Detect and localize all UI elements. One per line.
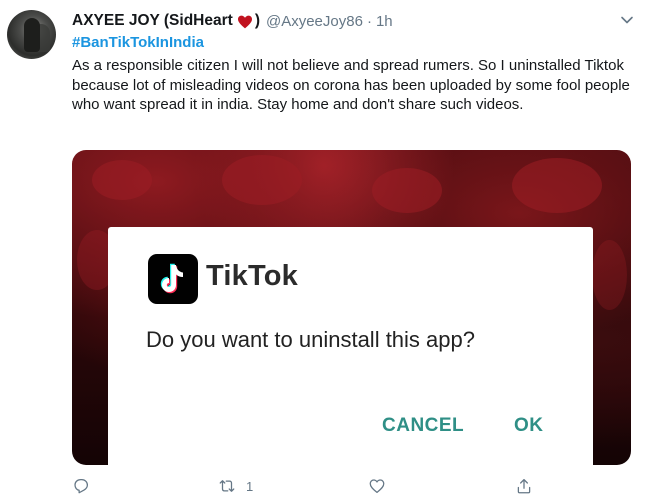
tweet-header: AXYEE JOY (SidHeart ) @AxyeeJoy86 · 1h — [72, 10, 393, 32]
like-button[interactable] — [368, 476, 386, 496]
uninstall-dialog: TikTok Do you want to uninstall this app… — [108, 227, 593, 465]
retweet-icon — [219, 480, 235, 492]
retweet-button[interactable]: 1 — [218, 476, 253, 496]
ok-button: OK — [514, 415, 544, 436]
tiktok-logo-icon — [148, 254, 198, 304]
chevron-down-icon[interactable] — [620, 13, 634, 27]
hashtag-link[interactable]: #BanTikTokInIndia — [72, 34, 204, 51]
media-image[interactable]: TikTok Do you want to uninstall this app… — [72, 150, 631, 465]
share-button[interactable] — [515, 476, 533, 496]
user-handle[interactable]: @AxyeeJoy86 — [266, 13, 363, 30]
reply-icon — [74, 478, 89, 494]
display-name[interactable]: AXYEE JOY (SidHeart — [72, 12, 233, 30]
reply-button[interactable] — [72, 476, 90, 496]
heart-icon — [369, 479, 385, 494]
app-name: TikTok — [206, 260, 298, 292]
red-heart-emoji-icon — [237, 15, 252, 29]
retweet-count: 1 — [246, 478, 254, 494]
timestamp[interactable]: 1h — [376, 13, 393, 30]
tweet-actions: 1 — [72, 476, 542, 496]
separator-dot: · — [366, 12, 372, 30]
avatar[interactable] — [7, 10, 56, 59]
tweet: AXYEE JOY (SidHeart ) @AxyeeJoy86 · 1h #… — [0, 0, 650, 496]
display-name-suffix: ) — [254, 12, 260, 29]
tweet-text: As a responsible citizen I will not beli… — [72, 57, 630, 113]
cancel-button: CANCEL — [382, 415, 465, 436]
share-icon — [517, 478, 531, 494]
uninstall-question: Do you want to uninstall this app? — [146, 327, 475, 352]
